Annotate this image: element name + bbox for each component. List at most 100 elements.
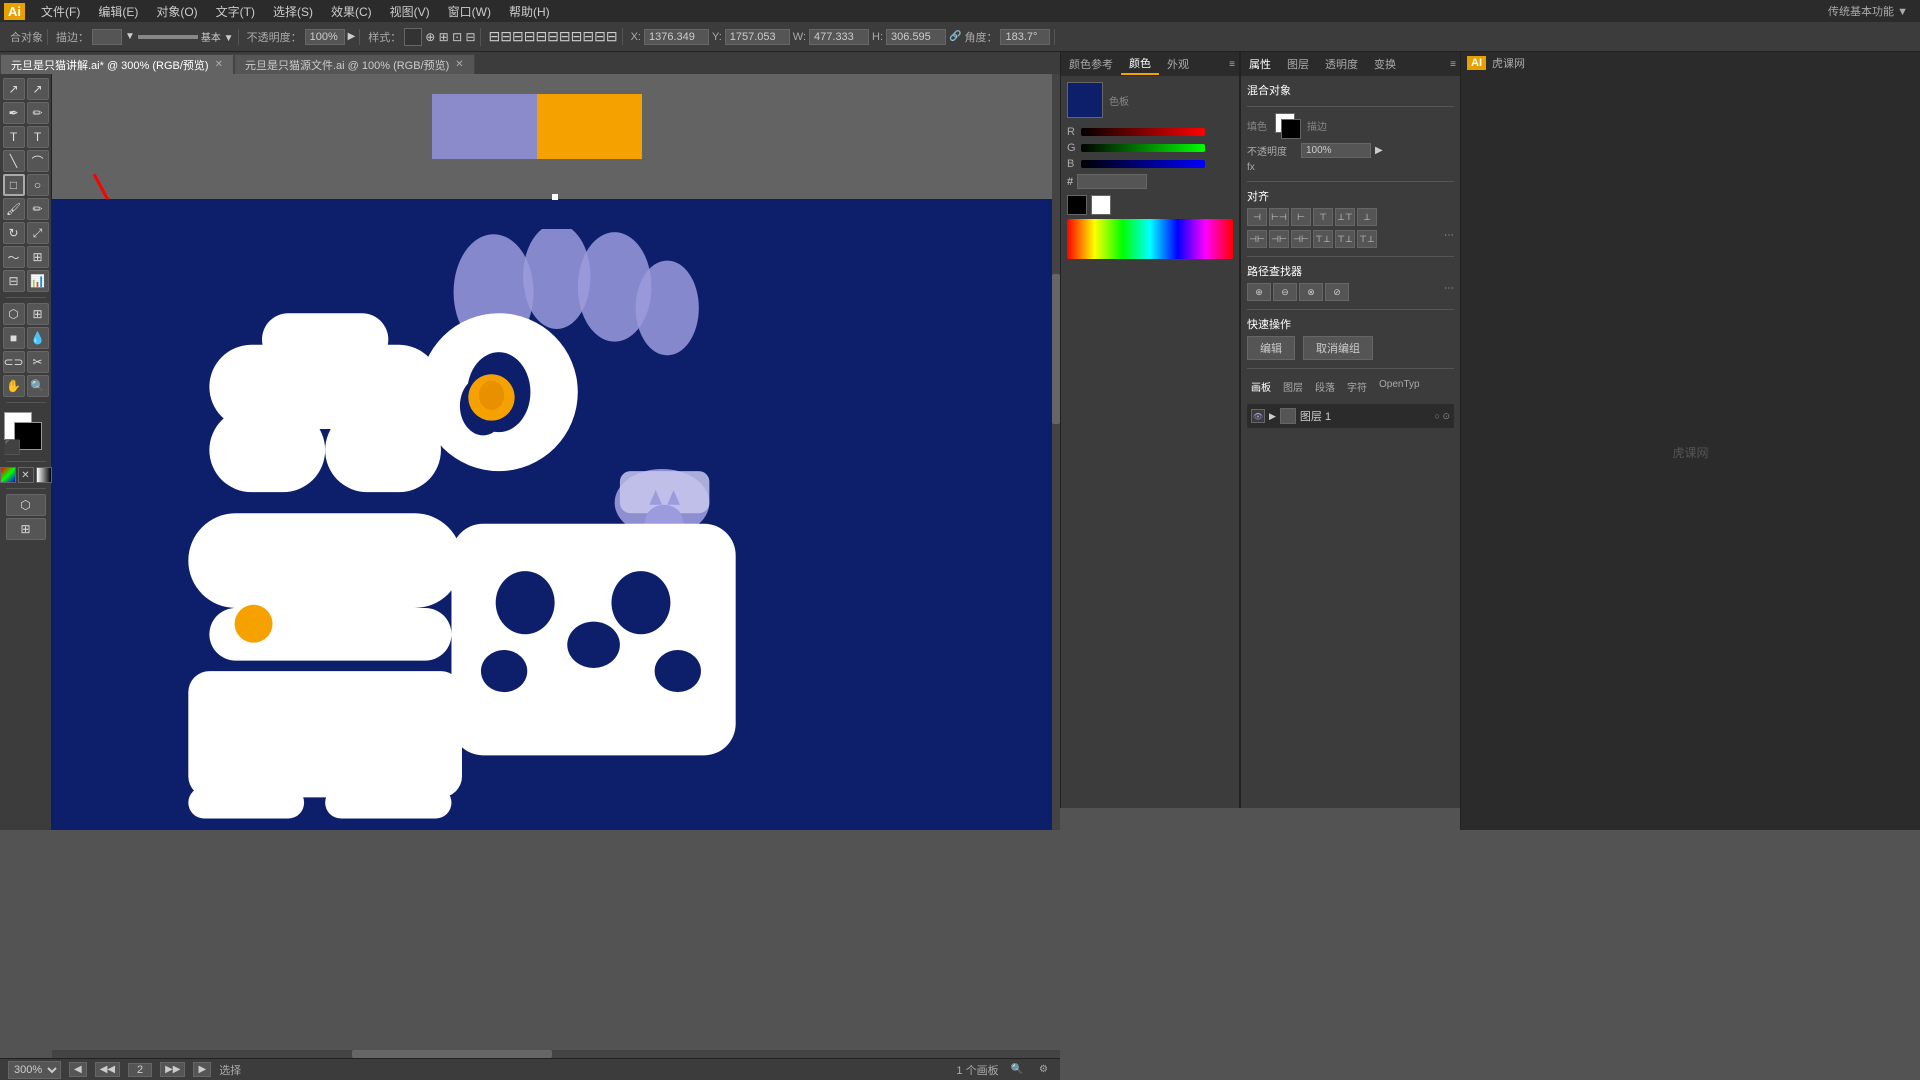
type-tool[interactable]: T — [3, 126, 25, 148]
opacity-input[interactable]: 100% — [305, 29, 345, 45]
menu-select[interactable]: 选择(S) — [265, 1, 321, 22]
bottom-tab-layers[interactable]: 图层 — [1279, 377, 1307, 396]
cancel-btn[interactable]: 取消编组 — [1303, 336, 1373, 360]
y-input[interactable]: 1757.053 — [725, 29, 790, 45]
arc-tool[interactable]: ⌒ — [27, 150, 49, 172]
warp-tool[interactable]: 〜 — [3, 246, 25, 268]
line-tool[interactable]: ╲ — [3, 150, 25, 172]
prop-panel-menu-icon[interactable]: ≡ — [1446, 59, 1460, 70]
bottom-tab-char[interactable]: 字符 — [1343, 377, 1371, 396]
rectangle-tool[interactable]: □ — [3, 174, 25, 196]
dist-h[interactable]: ⊣⊢ — [1247, 230, 1267, 248]
align-right[interactable]: ⊢ — [1291, 208, 1311, 226]
free-transform-tool[interactable]: ⊞ — [27, 246, 49, 268]
touch-type-tool[interactable]: T — [27, 126, 49, 148]
dist-h2[interactable]: ⊣⊢ — [1269, 230, 1289, 248]
pf-minus[interactable]: ⊖ — [1273, 283, 1297, 301]
status-search-icon[interactable]: 🔍 — [1007, 1064, 1027, 1075]
prop-tab-transform[interactable]: 变换 — [1366, 54, 1404, 74]
blend-tool[interactable]: ⊂⊃ — [3, 351, 25, 373]
bottom-tab-para[interactable]: 段落 — [1311, 377, 1339, 396]
more-align-icon[interactable]: ⋯ — [1444, 230, 1454, 248]
dist-h3[interactable]: ⊣⊢ — [1291, 230, 1311, 248]
panel-menu-icon[interactable]: ≡ — [1225, 59, 1239, 70]
h-input[interactable]: 306.595 — [886, 29, 946, 45]
doc-tab-close-0[interactable]: ✕ — [215, 59, 223, 70]
pf-intersect[interactable]: ⊗ — [1299, 283, 1323, 301]
align-bottom[interactable]: ⊥ — [1357, 208, 1377, 226]
angle-input[interactable]: 183.7° — [1000, 29, 1050, 45]
hex-input[interactable] — [1077, 174, 1147, 189]
artboard-tool[interactable]: ⬡ — [6, 494, 46, 516]
layer-visibility-eye[interactable]: 👁 — [1251, 409, 1265, 423]
menu-edit[interactable]: 编辑(E) — [90, 1, 146, 22]
shape-builder-tool[interactable]: ⊟ — [3, 270, 25, 292]
prop-tab-properties[interactable]: 属性 — [1241, 54, 1279, 74]
status-settings-icon[interactable]: ⚙ — [1035, 1064, 1052, 1075]
dist-v3[interactable]: ⊤⊥ — [1357, 230, 1377, 248]
last-page-btn[interactable]: ▶ — [193, 1062, 211, 1077]
align-top[interactable]: ⊤ — [1313, 208, 1333, 226]
doc-tab-1[interactable]: 元旦是只猫源文件.ai @ 100% (RGB/预览) ✕ — [234, 54, 475, 74]
dist-v[interactable]: ⊤⊥ — [1313, 230, 1333, 248]
extra-tool[interactable]: ⊞ — [6, 518, 46, 540]
layer-options-icon[interactable]: ○ ⊙ — [1435, 411, 1450, 422]
graph-tool[interactable]: 📊 — [27, 270, 49, 292]
pencil-tool[interactable]: ✏ — [27, 198, 49, 220]
h-scrollbar[interactable] — [52, 1050, 1060, 1058]
next-page-btn[interactable]: ▶▶ — [160, 1062, 185, 1077]
blue-canvas[interactable] — [52, 199, 1057, 830]
live-paint-tool[interactable]: ⬡ — [3, 303, 25, 325]
zoom-tool[interactable]: 🔍 — [27, 375, 49, 397]
prev-page-btn[interactable]: ◀ — [69, 1062, 87, 1077]
stroke-input[interactable] — [92, 29, 122, 45]
bottom-tab-opentyp[interactable]: OpenTyp — [1375, 377, 1424, 396]
v-scroll-thumb[interactable] — [1052, 274, 1060, 424]
align-center-v[interactable]: ⊥⊤ — [1335, 208, 1355, 226]
current-color-preview[interactable] — [1067, 82, 1103, 118]
default-colors-icon[interactable]: ⬛ — [4, 439, 21, 456]
black-swatch[interactable] — [1067, 195, 1087, 215]
gradient-fill-btn[interactable] — [36, 467, 52, 483]
align-left[interactable]: ⊣ — [1247, 208, 1267, 226]
curvature-tool[interactable]: ✏ — [27, 102, 49, 124]
r-slider[interactable] — [1081, 128, 1205, 136]
color-spectrum[interactable] — [1067, 219, 1233, 259]
stroke-color-swatch[interactable] — [1281, 119, 1301, 139]
appearance-tab[interactable]: 外观 — [1159, 54, 1197, 74]
workspace-selector[interactable]: 传统基本功能 ▼ — [1828, 3, 1916, 19]
scissors-tool[interactable]: ✂ — [27, 351, 49, 373]
g-slider[interactable] — [1081, 144, 1205, 152]
b-slider[interactable] — [1081, 160, 1205, 168]
pf-unite[interactable]: ⊕ — [1247, 283, 1271, 301]
selection-tool[interactable]: ↗ — [3, 78, 25, 100]
ellipse-tool[interactable]: ○ — [27, 174, 49, 196]
gradient-tool[interactable]: ■ — [3, 327, 25, 349]
menu-object[interactable]: 对象(O) — [148, 1, 205, 22]
w-input[interactable]: 477.333 — [809, 29, 869, 45]
zoom-select[interactable]: 300% — [8, 1061, 61, 1079]
layer-expand-icon[interactable]: ▶ — [1269, 411, 1276, 422]
menu-window[interactable]: 窗口(W) — [440, 1, 499, 22]
pf-exclude[interactable]: ⊘ — [1325, 283, 1349, 301]
dist-v2[interactable]: ⊤⊥ — [1335, 230, 1355, 248]
menu-help[interactable]: 帮助(H) — [501, 1, 558, 22]
rotate-tool[interactable]: ↻ — [3, 222, 25, 244]
orange-swatch[interactable] — [537, 94, 642, 159]
prop-tab-layers[interactable]: 图层 — [1279, 54, 1317, 74]
doc-tab-close-1[interactable]: ✕ — [455, 59, 463, 70]
color-tab[interactable]: 颜色 — [1121, 53, 1159, 75]
menu-view[interactable]: 视图(V) — [382, 1, 438, 22]
none-fill-btn[interactable]: ✕ — [18, 467, 34, 483]
prop-tab-transparency[interactable]: 透明度 — [1317, 54, 1366, 74]
hand-tool[interactable]: ✋ — [3, 375, 25, 397]
opacity-expand-icon[interactable]: ▶ — [1375, 145, 1383, 156]
h-scroll-thumb[interactable] — [352, 1050, 552, 1058]
color-mode-btn[interactable] — [0, 467, 16, 483]
direct-selection-tool[interactable]: ↗ — [27, 78, 49, 100]
menu-file[interactable]: 文件(F) — [33, 1, 88, 22]
v-scrollbar[interactable] — [1052, 74, 1060, 830]
align-center-h[interactable]: ⊢⊣ — [1269, 208, 1289, 226]
opacity-prop-input[interactable]: 100% — [1301, 143, 1371, 158]
menu-effect[interactable]: 效果(C) — [323, 1, 380, 22]
